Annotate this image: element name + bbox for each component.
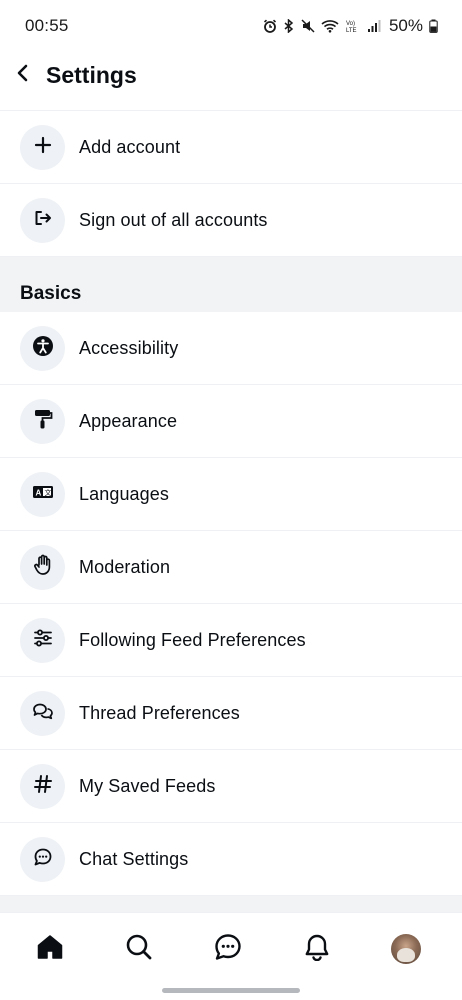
row-label: Add account	[79, 136, 181, 157]
row-label: Chat Settings	[79, 848, 189, 869]
section-title: Basics	[20, 283, 82, 304]
search-icon	[125, 933, 153, 966]
row-label: Sign out of all accounts	[79, 209, 268, 230]
accessibility-row[interactable]: Accessibility	[0, 312, 462, 385]
icon-circle	[20, 124, 65, 170]
sliders-icon	[33, 629, 53, 652]
row-label: Appearance	[79, 410, 178, 431]
add-account-row[interactable]: Add account	[0, 111, 462, 184]
moderation-row[interactable]: Moderation	[0, 531, 462, 604]
chat-bubbles-icon	[32, 702, 54, 725]
signal-icon	[367, 19, 381, 33]
hashtag-icon	[33, 774, 53, 799]
status-time: 00:55	[25, 16, 69, 35]
icon-circle: A文	[20, 471, 65, 517]
nav-home[interactable]	[30, 929, 70, 969]
profile-avatar	[391, 934, 421, 964]
back-button[interactable]	[0, 52, 46, 98]
icon-circle	[20, 763, 65, 809]
battery-percent: 50%	[388, 16, 423, 35]
row-label: Following Feed Preferences	[79, 629, 306, 650]
my-saved-feeds-row[interactable]: My Saved Feeds	[0, 750, 462, 823]
icon-circle	[20, 544, 65, 590]
chevron-left-icon	[16, 64, 30, 87]
sign-out-icon	[33, 209, 53, 232]
alarm-icon	[263, 19, 277, 33]
plus-icon	[34, 136, 52, 159]
svg-text:A: A	[35, 488, 41, 497]
notifications-icon	[304, 933, 330, 966]
header: Settings	[0, 52, 462, 98]
row-label: Accessibility	[79, 337, 179, 358]
icon-circle	[20, 197, 65, 243]
page-title: Settings	[46, 61, 137, 88]
svg-text:LTE: LTE	[346, 28, 357, 33]
paint-roller-icon	[33, 408, 53, 435]
section-next	[0, 896, 462, 912]
icon-circle	[20, 398, 65, 444]
appearance-row[interactable]: Appearance	[0, 385, 462, 458]
bottom-nav	[0, 912, 462, 1000]
row-label: My Saved Feeds	[79, 775, 216, 796]
icon-circle	[20, 836, 65, 882]
bluetooth-icon	[283, 19, 295, 33]
svg-text:Vo): Vo)	[346, 21, 355, 27]
chat-bubble-icon	[33, 847, 53, 872]
list-stub	[0, 99, 462, 111]
battery-icon	[429, 19, 438, 33]
home-icon	[36, 934, 64, 965]
accessibility-icon	[32, 335, 54, 362]
status-icons: Vo) LTE 50%	[263, 16, 438, 36]
mute-icon	[301, 19, 315, 33]
volte-icon: Vo) LTE	[345, 19, 361, 33]
icon-circle	[20, 325, 65, 371]
sign-out-all-row[interactable]: Sign out of all accounts	[0, 184, 462, 257]
svg-text:文: 文	[44, 488, 51, 497]
icon-circle	[20, 690, 65, 736]
nav-messages[interactable]	[208, 929, 248, 969]
status-bar: 00:55 Vo) LTE 50%	[0, 0, 462, 52]
hand-icon	[33, 554, 53, 581]
languages-row[interactable]: A文 Languages	[0, 458, 462, 531]
following-feed-preferences-row[interactable]: Following Feed Preferences	[0, 604, 462, 677]
row-label: Moderation	[79, 556, 171, 577]
messages-icon	[214, 933, 242, 966]
section-basics: Basics	[0, 257, 462, 312]
icon-circle	[20, 617, 65, 663]
language-icon: A文	[32, 484, 54, 505]
row-label: Thread Preferences	[79, 702, 240, 723]
nav-search[interactable]	[119, 929, 159, 969]
chat-settings-row[interactable]: Chat Settings	[0, 823, 462, 896]
home-indicator	[162, 988, 300, 993]
wifi-icon	[321, 19, 339, 33]
thread-preferences-row[interactable]: Thread Preferences	[0, 677, 462, 750]
row-label: Languages	[79, 483, 169, 504]
nav-notifications[interactable]	[297, 929, 337, 969]
nav-profile[interactable]	[386, 929, 426, 969]
